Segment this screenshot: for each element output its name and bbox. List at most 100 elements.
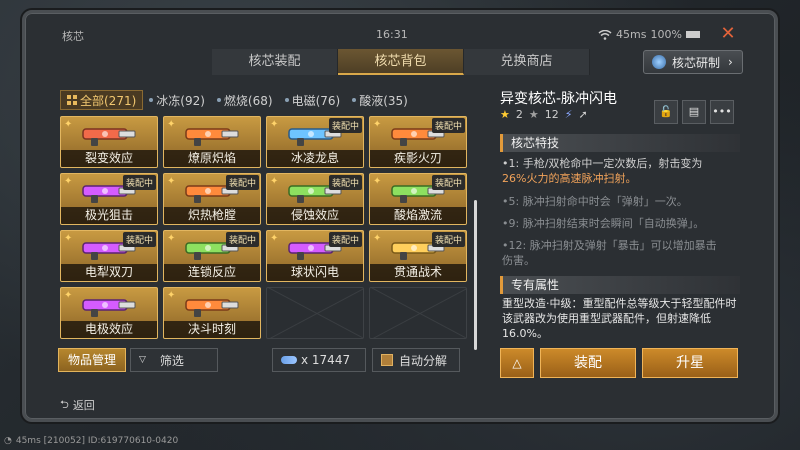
star-outline-icon: ★ [528, 108, 539, 121]
rank-stars: 2 [515, 108, 523, 121]
filter-acid[interactable]: 酸液(35) [346, 90, 414, 110]
chevron-right-icon: › [728, 55, 733, 69]
core-card[interactable]: ✦ 极光狙击 装配中 [60, 173, 158, 225]
back-arrow-icon: ⮌ [60, 397, 69, 411]
core-card[interactable]: ✦ 侵蚀效应 装配中 [266, 173, 364, 225]
inventory-actions: 物品管理 ▽ 筛选 x 17447 自动分解 [58, 348, 468, 374]
core-card[interactable]: ✦ 燎原炽焰 [163, 116, 261, 168]
material-counter: x 17447 [272, 348, 366, 372]
element-icon: ✦ [270, 233, 279, 244]
equipped-badge: 装配中 [328, 118, 362, 133]
more-icon[interactable]: ••• [710, 100, 734, 124]
auto-decompose-button[interactable]: 自动分解 [372, 348, 460, 372]
core-card-name: 侵蚀效应 [267, 207, 363, 224]
core-card[interactable]: ✦ 电极效应 [60, 287, 158, 339]
core-card-name: 电极效应 [61, 321, 157, 338]
core-card-name: 连锁反应 [164, 264, 260, 281]
core-card[interactable]: ✦ 球状闪电 装配中 [266, 230, 364, 282]
core-card-name: 疾影火刃 [370, 150, 466, 167]
dot-icon [149, 98, 154, 102]
core-card[interactable]: ✦ 贯通战术 装配中 [369, 230, 467, 282]
box-icon [381, 354, 393, 366]
core-card-name: 电犁双刀 [61, 264, 157, 281]
detail-panel: 异变核芯-脉冲闪电 ★ 2 ★ 12 ⚡ ➚ 🔓 ▤ ••• 核芯特技 •1: … [488, 80, 750, 382]
inspect-icon[interactable]: ▤ [682, 100, 706, 124]
element-icon: ✦ [270, 176, 279, 187]
back-button[interactable]: ⮌ 返回 [60, 396, 132, 414]
filter-all[interactable]: 全部(271) [60, 90, 144, 110]
dot-icon [216, 98, 221, 102]
top-bar: 核芯 16:31 45ms 100% ✕ [38, 24, 762, 46]
filter-burn[interactable]: 燃烧(68) [211, 90, 279, 110]
filter-button[interactable]: ▽ 筛选 [130, 348, 218, 372]
window-title: 核芯 [62, 30, 84, 43]
core-card[interactable]: ✦ 连锁反应 装配中 [163, 230, 261, 282]
core-research-label: 核芯研制 [672, 55, 721, 70]
element-icon: ✦ [167, 290, 176, 301]
collapse-button[interactable]: △ [500, 348, 534, 378]
equipped-badge: 装配中 [225, 175, 259, 190]
filter-electro[interactable]: 电磁(76) [279, 90, 347, 110]
equipped-badge: 装配中 [328, 175, 362, 190]
skills-header: 核芯特技 [500, 134, 740, 152]
core-card[interactable]: ✦ 决斗时刻 [163, 287, 261, 339]
wifi-icon [598, 29, 612, 40]
core-card[interactable]: ✦ 酸焰激流 装配中 [369, 173, 467, 225]
core-card-name: 燎原炽焰 [164, 150, 260, 167]
filter-bar: 全部(271) 冰冻(92) 燃烧(68) 电磁(76) 酸液(35) [60, 90, 414, 110]
item-manage-button[interactable]: 物品管理 [58, 348, 126, 372]
item-rank: ★ 2 ★ 12 ⚡ ➚ [500, 108, 588, 121]
equipped-badge: 装配中 [431, 232, 465, 247]
element-icon: ✦ [64, 290, 73, 301]
material-count: x 17447 [301, 353, 351, 367]
grid-icon [67, 95, 77, 105]
detail-icon-buttons: 🔓 ▤ ••• [654, 100, 734, 124]
equipped-badge: 装配中 [122, 232, 156, 247]
core-card-name: 炽热枪膛 [164, 207, 260, 224]
core-card-name: 裂变效应 [61, 150, 157, 167]
debug-status-text: 45ms [210052] ID:619770610-0420 [15, 436, 179, 446]
skill-line: •12: 脉冲扫射及弹射「暴击」可以增加暴击 伤害。 [502, 238, 738, 268]
battery-icon [685, 31, 700, 38]
ping-text: 45ms [616, 28, 647, 41]
filter-button-label: 筛选 [159, 353, 184, 368]
element-icon: ✦ [64, 233, 73, 244]
upgrade-star-button[interactable]: 升星 [642, 348, 738, 378]
back-label: 返回 [72, 399, 95, 412]
equipped-badge: 装配中 [122, 175, 156, 190]
star-icon: ★ [500, 108, 510, 121]
gun-icon [82, 128, 136, 146]
core-research-button[interactable]: 核芯研制 › [643, 50, 743, 74]
core-card[interactable]: ✦ 冰凌龙息 装配中 [266, 116, 364, 168]
detail-actions: △ 装配 升星 [500, 348, 738, 378]
lock-icon[interactable]: 🔓 [654, 100, 678, 124]
element-icon: ✦ [373, 119, 382, 130]
wifi-small-icon: ◔ [4, 436, 12, 446]
filter-freeze[interactable]: 冰冻(92) [143, 90, 211, 110]
gun-icon [82, 299, 136, 317]
core-card[interactable]: ✦ 炽热枪膛 装配中 [163, 173, 261, 225]
network-status: 45ms 100% [598, 28, 700, 41]
equip-button[interactable]: 装配 [540, 348, 636, 378]
tab-core-assembly[interactable]: 核芯装配 [212, 49, 338, 75]
tab-core-backpack[interactable]: 核芯背包 [338, 49, 464, 75]
core-card[interactable]: ✦ 电犁双刀 装配中 [60, 230, 158, 282]
empty-slot [266, 287, 364, 339]
core-card[interactable]: ✦ 疾影火刃 装配中 [369, 116, 467, 168]
dot-icon [284, 98, 289, 102]
triangle-down-icon: ▽ [139, 355, 146, 365]
core-card-name: 贯通战术 [370, 264, 466, 281]
filter-label: 全部(271) [80, 93, 137, 108]
tab-exchange-shop[interactable]: 兑换商店 [464, 49, 590, 75]
gun-icon [185, 299, 239, 317]
dot-icon [352, 98, 357, 102]
tab-bar: 核芯装配 核芯背包 兑换商店 [212, 49, 590, 75]
filter-label: 燃烧(68) [223, 93, 273, 108]
close-icon[interactable]: ✕ [718, 24, 738, 44]
core-card[interactable]: ✦ 裂变效应 [60, 116, 158, 168]
element-icon: ✦ [64, 176, 73, 187]
equipped-badge: 装配中 [431, 175, 465, 190]
skill-line: •1: 手枪/双枪命中一定次数后，射击变为 26%火力的高速脉冲扫射。 [502, 156, 738, 186]
scrollbar[interactable] [474, 200, 477, 350]
core-card-name: 球状闪电 [267, 264, 363, 281]
